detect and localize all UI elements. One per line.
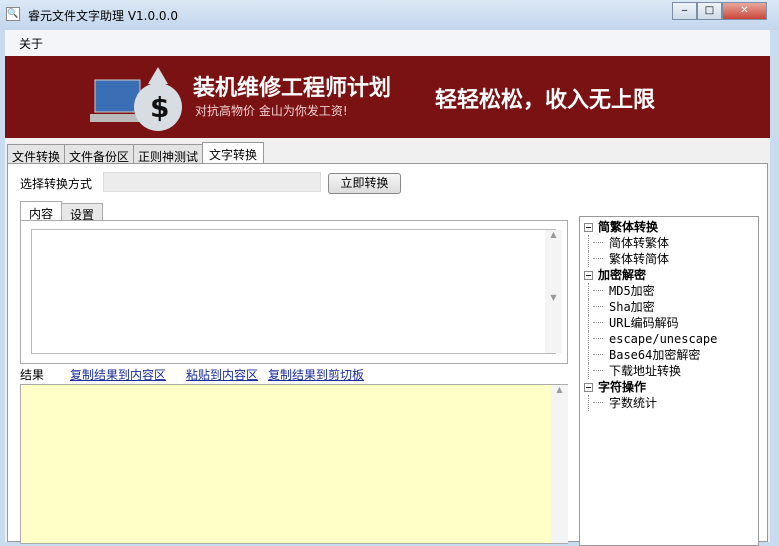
main-window: 关于 $ 装机维修工程师计划 对抗高物价 金山为你发工资! 轻轻松松，收入无上限… [5, 30, 770, 546]
minimize-button[interactable]: ‒ [672, 2, 697, 20]
content-scrollbar[interactable]: ▲ ▼ [545, 230, 562, 353]
tree-group[interactable]: − 加密解密 [584, 267, 754, 283]
tab-file-convert[interactable]: 文件转换 [7, 144, 66, 164]
copy-to-content-link[interactable]: 复制结果到内容区 [70, 366, 166, 383]
collapse-icon[interactable]: − [584, 271, 593, 280]
result-textarea[interactable]: ▲ [20, 384, 568, 544]
text-convert-page: 选择转换方式 立即转换 内容 设置 ▲ ▼ 结果 复制结果到内容区 粘贴到内容区 … [7, 163, 768, 546]
tab-text-convert[interactable]: 文字转换 [202, 142, 265, 164]
tree-item[interactable]: 下载地址转换 [588, 363, 754, 379]
paste-to-content-link[interactable]: 粘贴到内容区 [186, 366, 258, 383]
banner-subline: 对抗高物价 金山为你发工资! [195, 104, 348, 118]
tree-item[interactable]: MD5加密 [588, 283, 754, 299]
method-field[interactable] [103, 172, 321, 192]
result-toolbar: 结果 复制结果到内容区 粘贴到内容区 复制结果到剪切板 [20, 366, 364, 383]
tree-item[interactable]: Sha加密 [588, 299, 754, 315]
collapse-icon[interactable]: − [584, 383, 593, 392]
tree-group-label: 字符操作 [598, 380, 647, 394]
result-label: 结果 [20, 368, 45, 382]
menu-bar: 关于 [5, 30, 770, 56]
tree-item[interactable]: escape/unescape [588, 331, 754, 347]
close-button[interactable]: ✕ [722, 2, 767, 20]
tree-item[interactable]: URL编码解码 [588, 315, 754, 331]
function-tree[interactable]: − 简繁体转换 简体转繁体 繁体转简体 − 加密解密 MD5加密 Sha加密 URL编码解码 es… [579, 216, 759, 546]
tree-item[interactable]: 繁体转简体 [588, 251, 754, 267]
tree-group[interactable]: − 字符操作 [584, 379, 754, 395]
tree-item[interactable]: 简体转繁体 [588, 235, 754, 251]
title-bar: 🔍 睿元文件文字助理 V1.0.0.0 ‒ □ ✕ [0, 0, 779, 30]
content-textarea[interactable] [31, 229, 556, 354]
content-panel: ▲ ▼ [20, 220, 568, 364]
tree-item[interactable]: 字数统计 [588, 395, 754, 411]
tab-file-backup[interactable]: 文件备份区 [64, 144, 135, 164]
tree-item[interactable]: Base64加密解密 [588, 347, 754, 363]
svg-text:$: $ [150, 91, 169, 124]
collapse-icon[interactable]: − [584, 223, 593, 232]
convert-button[interactable]: 立即转换 [328, 173, 401, 194]
main-tabs: 文件转换 文件备份区 正则神测试 文字转换 [7, 142, 265, 164]
tree-group[interactable]: − 简繁体转换 [584, 219, 754, 235]
app-icon: 🔍 [6, 7, 20, 21]
banner-slogan: 轻轻松松，收入无上限 [435, 88, 656, 113]
result-scrollbar[interactable]: ▲ [551, 385, 568, 543]
money-bag-computer-icon: $ [90, 67, 182, 131]
tab-regex-test[interactable]: 正则神测试 [133, 144, 204, 164]
banner-headline: 装机维修工程师计划 [193, 76, 392, 101]
tree-group-label: 简繁体转换 [598, 220, 659, 234]
maximize-button[interactable]: □ [697, 2, 722, 20]
window-title: 睿元文件文字助理 V1.0.0.0 [28, 9, 179, 23]
menu-about[interactable]: 关于 [19, 37, 43, 51]
tree-group-label: 加密解密 [598, 268, 647, 282]
method-label: 选择转换方式 [20, 177, 93, 191]
ad-banner[interactable]: $ 装机维修工程师计划 对抗高物价 金山为你发工资! 轻轻松松，收入无上限 [5, 56, 770, 138]
copy-to-clipboard-link[interactable]: 复制结果到剪切板 [268, 366, 364, 383]
